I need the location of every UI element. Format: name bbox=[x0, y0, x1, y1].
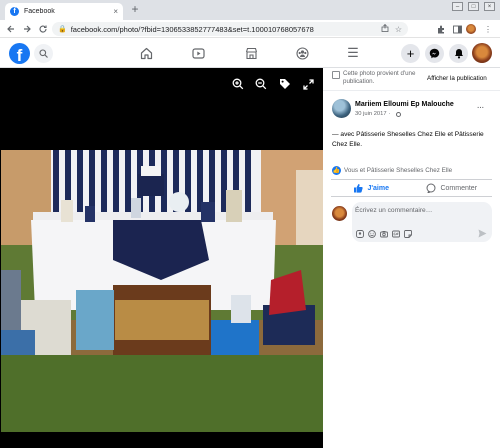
sticker-icon[interactable] bbox=[404, 230, 412, 238]
commenter-avatar bbox=[332, 206, 347, 221]
author-name[interactable]: Mariiem Elloumi Ep Malouche bbox=[355, 101, 454, 108]
comment-input[interactable]: Écrivez un commentaire… bbox=[352, 202, 492, 242]
reload-icon[interactable] bbox=[37, 23, 49, 35]
back-icon[interactable] bbox=[5, 23, 17, 35]
notice-text: Cette photo provient d'une publication. bbox=[343, 70, 416, 85]
url-input[interactable]: 🔒 facebook.com/photo/?fbid=1306533852777… bbox=[52, 22, 408, 36]
post-caption: — avec Pâtisserie Sheselles Chez Elle et… bbox=[332, 131, 484, 148]
watch-icon[interactable] bbox=[190, 45, 206, 61]
restore-icon[interactable]: □ bbox=[468, 2, 479, 11]
post-actions: J'aime Commenter bbox=[331, 179, 492, 197]
bookmark-star-icon[interactable]: ☆ bbox=[395, 25, 402, 34]
reactions-text: Vous et Pâtisserie Sheselles Chez Elle bbox=[344, 167, 453, 174]
reactions-summary[interactable]: 👍 Vous et Pâtisserie Sheselles Chez Elle bbox=[332, 166, 452, 175]
comment-label: Commenter bbox=[440, 184, 478, 192]
comment-button[interactable]: Commenter bbox=[412, 180, 493, 196]
tab-title: Facebook bbox=[24, 8, 55, 15]
share-icon[interactable] bbox=[381, 23, 389, 34]
send-icon[interactable] bbox=[478, 229, 487, 240]
lock-icon[interactable]: 🔒 bbox=[58, 25, 67, 33]
facebook-header: f ☰ + bbox=[0, 38, 500, 68]
sidebar-icon[interactable] bbox=[452, 24, 462, 34]
meta-separator: · bbox=[388, 111, 391, 117]
messenger-icon[interactable] bbox=[425, 44, 444, 63]
like-label: J'aime bbox=[367, 184, 389, 192]
search-icon[interactable] bbox=[34, 44, 53, 63]
home-icon[interactable] bbox=[138, 45, 154, 61]
account-avatar[interactable] bbox=[472, 43, 492, 63]
zoom-in-icon[interactable] bbox=[231, 77, 245, 91]
browser-tab[interactable]: f Facebook × bbox=[5, 3, 123, 20]
minimize-icon[interactable]: – bbox=[452, 2, 463, 11]
like-reaction-icon: 👍 bbox=[332, 166, 341, 175]
comment-placeholder: Écrivez un commentaire… bbox=[355, 207, 433, 214]
tab-close-icon[interactable]: × bbox=[113, 7, 118, 16]
fullscreen-icon[interactable] bbox=[301, 77, 315, 91]
address-bar-row: 🔒 facebook.com/photo/?fbid=1306533852777… bbox=[0, 20, 500, 38]
photo-viewer bbox=[0, 68, 323, 448]
url-text: facebook.com/photo/?fbid=130653385277748… bbox=[70, 24, 314, 34]
source-notice: Cette photo provient d'une publication. … bbox=[323, 68, 500, 91]
create-plus-icon[interactable]: + bbox=[401, 44, 420, 63]
more-options-icon[interactable]: ··· bbox=[473, 102, 487, 113]
party-table-photo[interactable] bbox=[1, 150, 323, 432]
browser-tab-bar: f Facebook × + – □ × bbox=[0, 0, 500, 20]
emoji-icon[interactable] bbox=[368, 230, 376, 238]
tag-icon[interactable] bbox=[278, 77, 292, 91]
like-button[interactable]: J'aime bbox=[331, 180, 412, 196]
comment-icon bbox=[426, 183, 436, 193]
info-icon bbox=[332, 71, 340, 79]
facebook-favicon-icon: f bbox=[10, 7, 19, 16]
thumbs-up-icon bbox=[354, 184, 364, 193]
post-date[interactable]: 30 juin 2017 bbox=[355, 111, 387, 117]
extensions-icon[interactable] bbox=[436, 24, 446, 34]
forward-icon[interactable] bbox=[21, 23, 33, 35]
menu-icon[interactable]: ☰ bbox=[345, 45, 361, 61]
gif-icon[interactable] bbox=[392, 230, 400, 238]
post-details-panel: Cette photo provient d'une publication. … bbox=[323, 68, 500, 448]
bell-icon[interactable] bbox=[449, 44, 468, 63]
zoom-out-icon[interactable] bbox=[254, 77, 268, 91]
globe-icon bbox=[395, 111, 401, 117]
show-post-link[interactable]: Afficher la publication bbox=[427, 75, 487, 82]
new-tab-button[interactable]: + bbox=[128, 2, 142, 16]
marketplace-icon[interactable] bbox=[243, 45, 259, 61]
browser-menu-icon[interactable]: ⋮ bbox=[483, 24, 493, 34]
avatar-sticker-icon[interactable] bbox=[356, 230, 364, 238]
camera-icon[interactable] bbox=[380, 230, 388, 238]
author-avatar[interactable] bbox=[332, 99, 351, 118]
groups-icon[interactable] bbox=[294, 45, 310, 61]
facebook-logo-icon[interactable]: f bbox=[9, 43, 30, 64]
close-icon[interactable]: × bbox=[484, 2, 495, 11]
post-meta: 30 juin 2017 · bbox=[355, 111, 401, 117]
profile-avatar[interactable] bbox=[466, 24, 476, 34]
